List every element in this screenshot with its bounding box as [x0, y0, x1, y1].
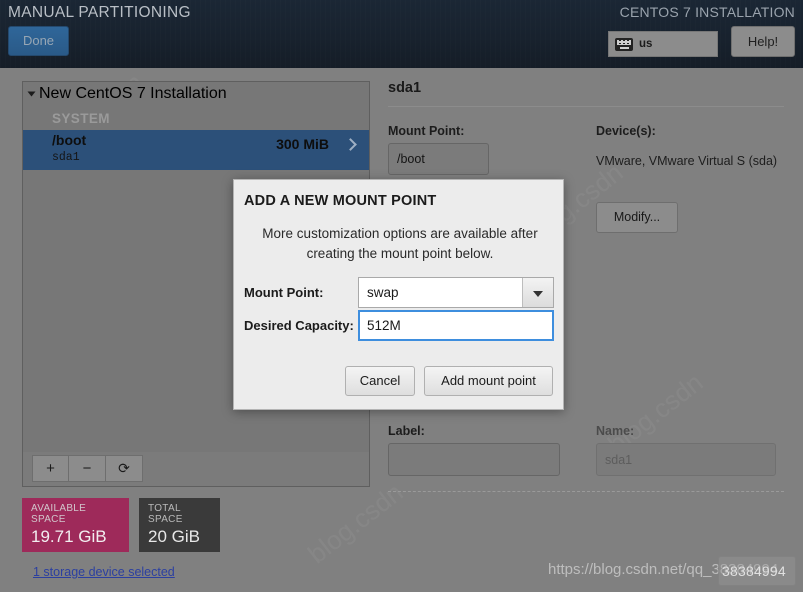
- modify-devices-button[interactable]: Modify...: [596, 202, 678, 233]
- dialog-capacity-input[interactable]: 512M: [358, 310, 554, 341]
- partition-device-name: sda1: [52, 151, 80, 164]
- available-space-value: 19.71 GiB: [31, 527, 107, 546]
- dialog-mount-point-label: Mount Point:: [244, 285, 324, 300]
- detail-name-field: sda1: [596, 443, 776, 476]
- total-space-value: 20 GiB: [148, 527, 200, 546]
- partition-row-boot[interactable]: /boot sda1 300 MiB: [23, 130, 369, 170]
- detail-label-field[interactable]: [388, 443, 560, 476]
- watermark-overlay-number: 38384994: [722, 563, 786, 579]
- refresh-partitions-button[interactable]: ⟳: [106, 455, 143, 482]
- keyboard-icon: [615, 37, 633, 51]
- dialog-cancel-button[interactable]: Cancel: [345, 366, 415, 396]
- total-space-caption: TOTAL SPACE: [148, 503, 183, 525]
- help-button[interactable]: Help!: [731, 26, 795, 57]
- add-partition-button[interactable]: +: [32, 455, 69, 482]
- installer-screen: MANUAL PARTITIONING CENTOS 7 INSTALLATIO…: [0, 0, 803, 592]
- add-mount-point-dialog: ADD A NEW MOUNT POINT More customization…: [233, 179, 564, 410]
- product-title: CENTOS 7 INSTALLATION: [619, 4, 795, 20]
- partition-group-label: SYSTEM: [52, 111, 110, 126]
- page-title: MANUAL PARTITIONING: [8, 4, 191, 21]
- partition-mount-point: /boot: [52, 132, 87, 148]
- dialog-capacity-label: Desired Capacity:: [244, 318, 354, 333]
- header-bar: MANUAL PARTITIONING CENTOS 7 INSTALLATIO…: [0, 0, 803, 68]
- detail-devices-label: Device(s):: [596, 124, 656, 138]
- keyboard-layout-indicator[interactable]: us: [608, 31, 718, 57]
- dialog-description: More customization options are available…: [262, 226, 538, 261]
- dialog-title: ADD A NEW MOUNT POINT: [244, 193, 437, 209]
- detail-divider: [388, 106, 784, 107]
- detail-bottom-divider: [388, 491, 784, 492]
- detail-label-label: Label:: [388, 424, 425, 438]
- partition-toolbar: + − ⟳: [22, 452, 370, 487]
- detail-mount-point-label: Mount Point:: [388, 124, 465, 138]
- partition-size: 300 MiB: [276, 136, 329, 152]
- device-detail-title: sda1: [388, 80, 422, 96]
- dialog-mount-point-combo[interactable]: swap: [358, 277, 554, 308]
- keyboard-layout-label: us: [639, 38, 653, 50]
- chevron-down-icon[interactable]: [522, 278, 553, 307]
- done-button[interactable]: Done: [8, 26, 69, 56]
- available-space-box: AVAILABLE SPACE 19.71 GiB: [22, 498, 129, 552]
- dialog-add-mount-point-button[interactable]: Add mount point: [424, 366, 553, 396]
- installation-tree-label: New CentOS 7 Installation: [39, 84, 227, 102]
- storage-device-link[interactable]: 1 storage device selected: [33, 565, 175, 579]
- dialog-mount-point-value: swap: [367, 285, 399, 300]
- detail-mount-point-field[interactable]: /boot: [388, 143, 489, 175]
- installation-tree-header[interactable]: New CentOS 7 Installation: [23, 82, 369, 105]
- chevron-right-icon: [344, 138, 357, 151]
- total-space-box: TOTAL SPACE 20 GiB: [139, 498, 220, 552]
- detail-name-label: Name:: [596, 424, 635, 438]
- chevron-down-icon: [27, 91, 36, 96]
- remove-partition-button[interactable]: −: [69, 455, 106, 482]
- detail-devices-value: VMware, VMware Virtual S (sda): [596, 154, 778, 168]
- available-space-caption: AVAILABLE SPACE: [31, 503, 87, 525]
